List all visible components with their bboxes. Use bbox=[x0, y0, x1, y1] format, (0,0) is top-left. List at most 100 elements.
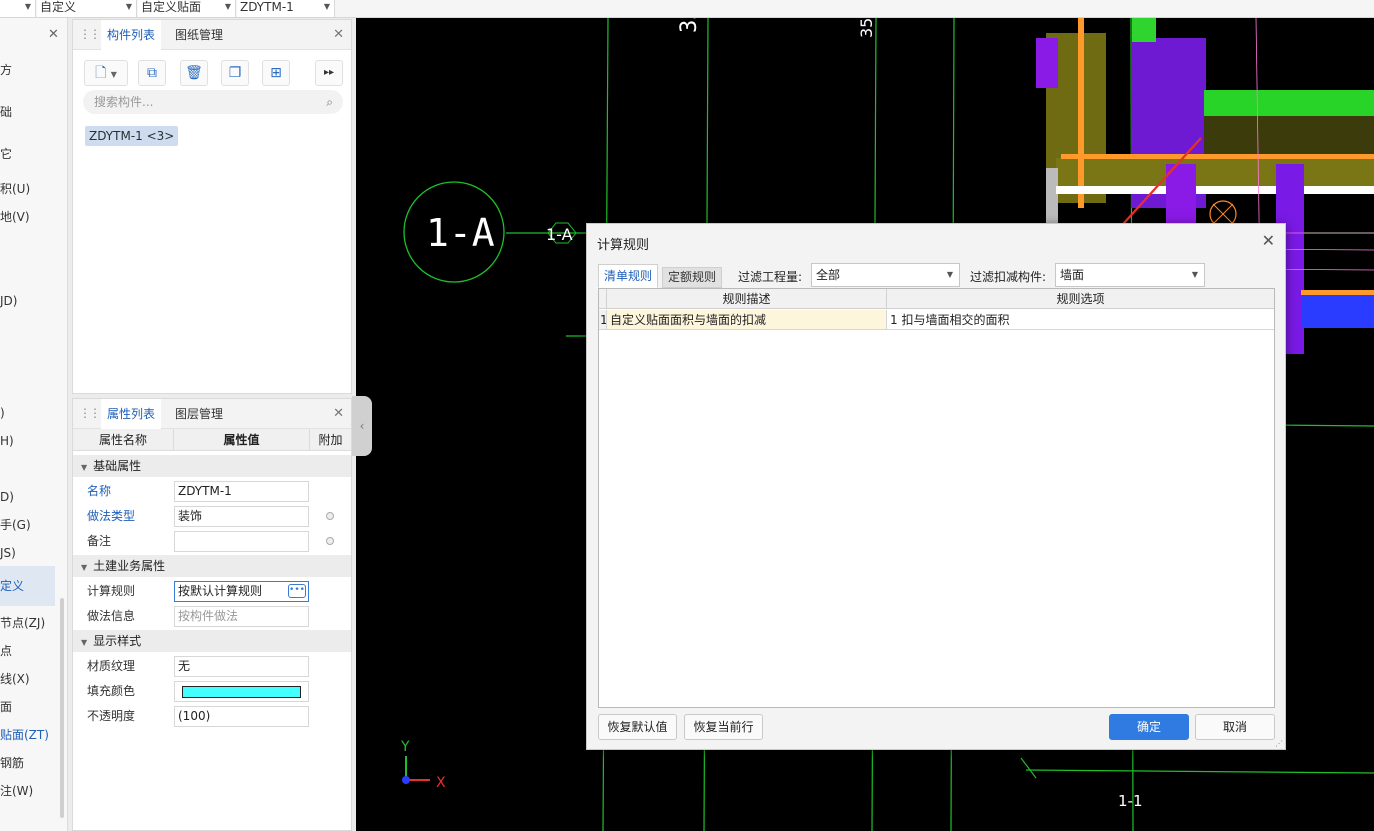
nav-item[interactable]: 它 bbox=[0, 144, 60, 164]
restore-current-row-button[interactable]: 恢复当前行 bbox=[684, 714, 763, 740]
combo-label: 自定义贴面 bbox=[141, 0, 202, 14]
restore-default-button[interactable]: 恢复默认值 bbox=[598, 714, 677, 740]
combo-label: ZDYTM-1 bbox=[240, 0, 294, 14]
tab-list-rules[interactable]: 清单规则 bbox=[598, 264, 659, 288]
x-axis-label: X bbox=[436, 775, 446, 791]
method-type-field[interactable]: 装饰 bbox=[174, 506, 309, 527]
chevron-down-icon: ▼ bbox=[125, 2, 132, 11]
fill-color-field[interactable] bbox=[174, 681, 309, 702]
tab-quota-rules[interactable]: 定额规则 bbox=[662, 267, 723, 288]
wall-olive bbox=[1056, 158, 1374, 188]
nav-item[interactable]: H) bbox=[0, 431, 60, 451]
property-grid-header: 属性名称 属性值 附加 bbox=[73, 429, 351, 451]
combo-label: 自定义 bbox=[40, 0, 77, 14]
axis-label-bottom: 1-1 bbox=[1118, 792, 1143, 810]
copy-to-floor-button[interactable]: ❐ bbox=[221, 60, 249, 86]
y-axis-label: Y bbox=[400, 739, 410, 755]
column-header-description: 规则描述 bbox=[607, 289, 887, 309]
more-button[interactable]: ▸▸ bbox=[315, 60, 343, 86]
nav-item-custom-facing[interactable]: 贴面(ZT) bbox=[0, 725, 60, 745]
nav-item[interactable]: 手(G) bbox=[0, 515, 60, 535]
property-panel: ⋮⋮ 属性列表 图层管理 ✕ 属性名称 属性值 附加 ▼ 基础属性 名称 ZDYT… bbox=[72, 398, 352, 831]
nav-item[interactable]: 方 bbox=[0, 60, 60, 80]
select-value: 全部 bbox=[816, 268, 841, 282]
nav-item[interactable]: D) bbox=[0, 487, 60, 507]
attach-checkbox[interactable] bbox=[326, 512, 334, 520]
nav-item[interactable]: ) bbox=[0, 403, 60, 423]
nav-item[interactable]: 础 bbox=[0, 102, 60, 122]
component-name-combo[interactable]: ZDYTM-1 ▼ bbox=[237, 0, 335, 17]
row-index: 1 bbox=[599, 310, 607, 330]
group-basic-properties[interactable]: ▼ 基础属性 bbox=[73, 455, 351, 477]
nav-item[interactable]: 积(U) bbox=[0, 179, 60, 199]
slab-white bbox=[1056, 186, 1374, 194]
group-civil-properties[interactable]: ▼ 土建业务属性 bbox=[73, 555, 351, 577]
nav-item[interactable]: 面 bbox=[0, 697, 60, 717]
close-icon[interactable]: ✕ bbox=[333, 27, 344, 42]
filter-quantity-select[interactable]: 全部 ▼ bbox=[811, 263, 960, 287]
nav-item[interactable]: JS) bbox=[0, 543, 60, 563]
close-icon[interactable]: ✕ bbox=[333, 406, 344, 421]
column-header-value: 属性值 bbox=[174, 429, 310, 451]
ok-button[interactable]: 确定 bbox=[1109, 714, 1189, 740]
component-list-panel: ⋮⋮ 构件列表 图纸管理 ✕ 🗋 ▼ ⧉ 🗑 ❐ ⊞ ▸▸ 搜索构件... ⌕ … bbox=[72, 19, 352, 394]
nav-item[interactable]: 点 bbox=[0, 641, 60, 661]
component-type-combo[interactable]: 自定义 ▼ bbox=[37, 0, 137, 17]
column-header-extra: 附加 bbox=[318, 433, 343, 447]
component-list-item[interactable]: ZDYTM-1 <3> bbox=[85, 126, 179, 146]
nav-item[interactable]: 注(W) bbox=[0, 781, 60, 801]
new-component-button[interactable]: 🗋 ▼ bbox=[84, 60, 128, 86]
close-icon[interactable]: ✕ bbox=[1262, 231, 1275, 250]
close-icon[interactable]: ✕ bbox=[48, 27, 59, 42]
panel-collapse-handle[interactable]: ‹ bbox=[352, 396, 372, 456]
cancel-button[interactable]: 取消 bbox=[1195, 714, 1275, 740]
beam-blue bbox=[1301, 293, 1374, 328]
attach-checkbox[interactable] bbox=[326, 537, 334, 545]
scrollbar[interactable] bbox=[60, 598, 64, 818]
dimension-label: 350 bbox=[857, 18, 876, 38]
group-label: 基础属性 bbox=[93, 459, 142, 473]
name-field[interactable]: ZDYTM-1 bbox=[174, 481, 309, 502]
ellipsis-icon[interactable]: ••• bbox=[288, 584, 306, 598]
rule-description-cell[interactable]: 自定义贴面面积与墙面的扣减 bbox=[607, 310, 887, 330]
search-input[interactable]: 搜索构件... ⌕ bbox=[83, 90, 343, 114]
nav-item[interactable]: 线(X) bbox=[0, 669, 60, 689]
nav-item-custom[interactable]: 定义 bbox=[0, 566, 55, 606]
beam-green bbox=[1204, 90, 1374, 118]
nav-item[interactable]: 地(V) bbox=[0, 207, 60, 227]
method-type-label: 做法类型 bbox=[87, 509, 136, 523]
tab-component-list[interactable]: 构件列表 bbox=[101, 20, 162, 50]
row-index-header bbox=[599, 289, 607, 309]
drag-handle-icon[interactable]: ⋮⋮ bbox=[79, 406, 101, 420]
view-combo[interactable]: ▼ bbox=[0, 0, 36, 17]
import-button[interactable]: ⊞ bbox=[262, 60, 290, 86]
tab-drawing-management[interactable]: 图纸管理 bbox=[169, 20, 229, 50]
resize-grip-icon[interactable]: ⋰ bbox=[1275, 739, 1283, 748]
search-placeholder: 搜索构件... bbox=[94, 95, 154, 109]
method-info-field[interactable]: 按构件做法 bbox=[174, 606, 309, 627]
chevron-down-icon: ▼ bbox=[110, 70, 117, 79]
calc-rule-label: 计算规则 bbox=[87, 584, 136, 598]
opacity-field[interactable]: (100) bbox=[174, 706, 309, 727]
texture-label: 材质纹理 bbox=[87, 659, 136, 673]
copy-component-button[interactable]: ⧉ bbox=[138, 60, 166, 86]
chevron-down-icon: ▼ bbox=[946, 270, 953, 279]
tab-layer-management[interactable]: 图层管理 bbox=[169, 399, 229, 429]
nav-item[interactable]: JD) bbox=[0, 291, 60, 311]
texture-field[interactable]: 无 bbox=[174, 656, 309, 677]
axis-label-large: 1-A bbox=[426, 211, 495, 255]
filter-deduct-select[interactable]: 墙面 ▼ bbox=[1055, 263, 1205, 287]
group-display-style[interactable]: ▼ 显示样式 bbox=[73, 630, 351, 652]
remark-field[interactable] bbox=[174, 531, 309, 552]
filter-deduct-label: 过滤扣减构件: bbox=[970, 270, 1047, 284]
panel-header: ⋮⋮ 属性列表 图层管理 ✕ bbox=[73, 399, 351, 429]
rule-option-cell[interactable]: 1 扣与墙面相交的面积 bbox=[887, 310, 1274, 330]
nav-item[interactable]: 节点(ZJ) bbox=[0, 613, 60, 633]
component-subtype-combo[interactable]: 自定义贴面 ▼ bbox=[138, 0, 236, 17]
tab-property-list[interactable]: 属性列表 bbox=[101, 399, 162, 429]
calc-rule-field[interactable]: 按默认计算规则 ••• bbox=[174, 581, 309, 602]
delete-button[interactable]: 🗑 bbox=[180, 60, 208, 86]
drag-handle-icon[interactable]: ⋮⋮ bbox=[79, 27, 101, 41]
nav-item[interactable]: 钢筋 bbox=[0, 753, 60, 773]
wall-dark bbox=[1204, 116, 1374, 156]
